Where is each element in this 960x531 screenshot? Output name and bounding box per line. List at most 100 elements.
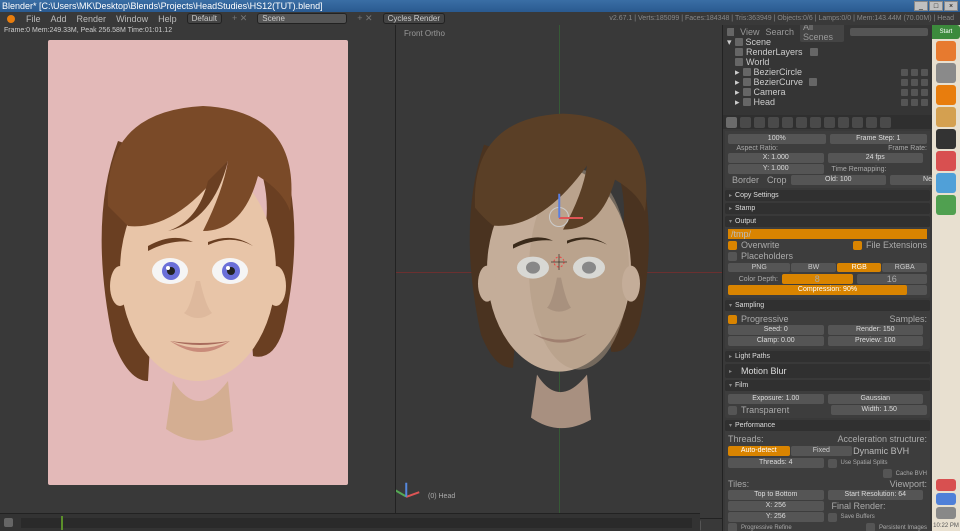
timeline-playhead[interactable]: [61, 516, 63, 530]
properties-panel[interactable]: 100% Frame Step: 1 Aspect Ratio: Frame R…: [723, 129, 932, 531]
menu-window[interactable]: Window: [116, 14, 148, 24]
timeline-track[interactable]: [21, 518, 692, 528]
outliner-menu-view[interactable]: View: [740, 27, 759, 37]
taskbar-app-icon[interactable]: [936, 63, 956, 83]
eye-icon[interactable]: [901, 79, 908, 86]
cache-bvh-checkbox[interactable]: [883, 469, 892, 478]
file-extensions-checkbox[interactable]: [853, 241, 862, 250]
aspect-x[interactable]: X: 1.000: [728, 153, 824, 163]
color-rgb[interactable]: RGB: [837, 263, 882, 272]
menu-render[interactable]: Render: [77, 14, 107, 24]
panel-copy-settings[interactable]: Copy Settings: [725, 190, 930, 201]
color-bw[interactable]: BW: [791, 263, 836, 272]
resolution-percent[interactable]: 100%: [728, 134, 826, 144]
select-icon[interactable]: [911, 69, 918, 76]
scene-selector[interactable]: Scene: [257, 13, 347, 24]
outliner-item[interactable]: ▸BezierCurve: [725, 77, 930, 87]
tab-render[interactable]: [726, 117, 737, 128]
remap-old[interactable]: Old: 100: [791, 175, 887, 185]
tab-modifiers[interactable]: [810, 117, 821, 128]
filter-width[interactable]: Width: 1.50: [831, 405, 927, 415]
color-rgba[interactable]: RGBA: [882, 263, 927, 272]
format-selector[interactable]: PNG: [728, 263, 790, 272]
taskbar-tray-icon[interactable]: [936, 493, 956, 505]
tab-object[interactable]: [782, 117, 793, 128]
tile-order[interactable]: Top to Bottom: [728, 490, 824, 500]
start-resolution[interactable]: Start Resolution: 64: [828, 490, 924, 500]
eye-icon[interactable]: [901, 69, 908, 76]
compression-slider[interactable]: Compression: 90%: [728, 285, 927, 295]
exposure-input[interactable]: Exposure: 1.00: [728, 394, 824, 404]
outliner-item[interactable]: RenderLayers: [725, 47, 930, 57]
save-buffers-checkbox[interactable]: [828, 513, 837, 522]
taskbar-firefox-icon[interactable]: [936, 41, 956, 61]
tile-x[interactable]: X: 256: [728, 501, 824, 511]
filter-selector[interactable]: Gaussian: [828, 394, 924, 404]
tab-constraints[interactable]: [796, 117, 807, 128]
timeline[interactable]: [0, 513, 700, 531]
layout-dropdown[interactable]: Default: [187, 13, 222, 24]
taskbar-app-icon[interactable]: [936, 173, 956, 193]
taskbar-app-icon[interactable]: [936, 129, 956, 149]
tab-physics[interactable]: [880, 117, 891, 128]
tab-texture[interactable]: [852, 117, 863, 128]
select-icon[interactable]: [911, 89, 918, 96]
tab-render-layers[interactable]: [740, 117, 751, 128]
overwrite-checkbox[interactable]: [728, 241, 737, 250]
seed-input[interactable]: Seed: 0: [728, 325, 824, 335]
render-engine-dropdown[interactable]: Cycles Render: [383, 13, 445, 24]
taskbar-app-icon[interactable]: [936, 107, 956, 127]
panel-film[interactable]: Film: [725, 380, 930, 391]
fps-selector[interactable]: 24 fps: [828, 153, 924, 163]
panel-performance[interactable]: Performance: [725, 420, 930, 431]
eye-icon[interactable]: [901, 89, 908, 96]
gizmo-z-axis[interactable]: [558, 194, 560, 218]
outliner-item[interactable]: ▸Head: [725, 97, 930, 107]
select-icon[interactable]: [911, 99, 918, 106]
taskbar-tray-icon[interactable]: [936, 479, 956, 491]
frame-step[interactable]: Frame Step: 1: [830, 134, 928, 144]
render-icon[interactable]: [921, 79, 928, 86]
tab-scene[interactable]: [754, 117, 765, 128]
tab-material[interactable]: [838, 117, 849, 128]
threads-fixed[interactable]: Fixed: [791, 446, 853, 456]
panel-output[interactable]: Output: [725, 216, 930, 227]
outliner-icon[interactable]: [727, 28, 734, 36]
preview-samples[interactable]: Preview: 100: [828, 336, 924, 346]
panel-sampling[interactable]: Sampling: [725, 300, 930, 311]
timeline-icon[interactable]: [4, 518, 13, 527]
select-icon[interactable]: [911, 79, 918, 86]
progressive-checkbox[interactable]: [728, 315, 737, 324]
maximize-button[interactable]: □: [929, 1, 943, 11]
outliner-menu-search[interactable]: Search: [766, 27, 795, 37]
render-canvas[interactable]: [0, 36, 395, 518]
outliner-item[interactable]: World: [725, 57, 930, 67]
eye-icon[interactable]: [901, 99, 908, 106]
tab-world[interactable]: [768, 117, 779, 128]
outliner-item[interactable]: ▸BezierCircle: [725, 67, 930, 77]
persistent-images-checkbox[interactable]: [866, 523, 875, 531]
panel-light-paths[interactable]: Light Paths: [725, 351, 930, 362]
tab-particles[interactable]: [866, 117, 877, 128]
menu-add[interactable]: Add: [51, 14, 67, 24]
progressive-refine-checkbox[interactable]: [728, 523, 737, 531]
taskbar-blender-icon[interactable]: [936, 85, 956, 105]
render-icon[interactable]: [921, 99, 928, 106]
depth-16[interactable]: 16: [857, 274, 928, 284]
outliner-search-input[interactable]: [850, 28, 928, 36]
panel-stamp[interactable]: Stamp: [725, 203, 930, 214]
outliner[interactable]: View Search All Scenes ▾Scene RenderLaye…: [723, 25, 932, 115]
clamp-input[interactable]: Clamp: 0.00: [728, 336, 824, 346]
spatial-splits-checkbox[interactable]: [828, 459, 837, 468]
render-icon[interactable]: [921, 69, 928, 76]
placeholders-checkbox[interactable]: [728, 252, 737, 261]
tab-data[interactable]: [824, 117, 835, 128]
transparent-checkbox[interactable]: [728, 406, 737, 415]
tile-y[interactable]: Y: 256: [728, 512, 824, 522]
render-icon[interactable]: [921, 89, 928, 96]
close-button[interactable]: ×: [944, 1, 958, 11]
gizmo-x-axis[interactable]: [559, 217, 583, 219]
taskbar-app-icon[interactable]: [936, 195, 956, 215]
remap-new[interactable]: New: 100: [890, 175, 932, 185]
aspect-y[interactable]: Y: 1.000: [728, 164, 824, 174]
